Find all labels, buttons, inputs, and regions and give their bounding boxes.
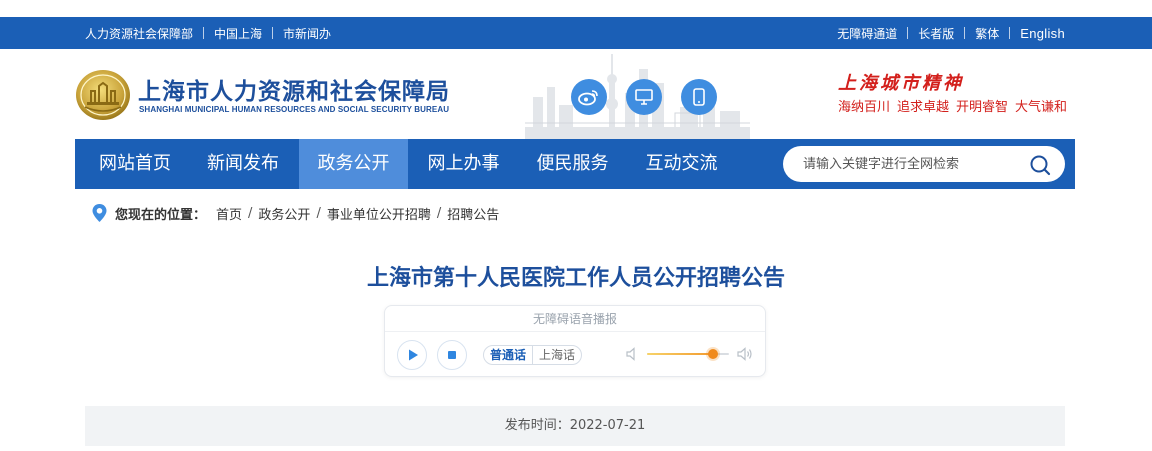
- nav-item-citizen-services[interactable]: 便民服务: [518, 139, 627, 189]
- desktop-site-button[interactable]: [626, 79, 662, 115]
- spirit-word: 大气谦和: [1015, 100, 1068, 115]
- article-title: 上海市第十人民医院工作人员公开招聘公告: [366, 266, 785, 291]
- nav-item-home[interactable]: 网站首页: [75, 139, 195, 189]
- main-nav: 网站首页 新闻发布 政务公开 网上办事 便民服务 互动交流: [75, 139, 1075, 189]
- divider: [907, 27, 909, 39]
- location-pin-icon: [92, 204, 107, 222]
- breadcrumb-government-affairs[interactable]: 政务公开: [258, 204, 310, 223]
- play-icon: [409, 349, 418, 361]
- play-button[interactable]: [397, 340, 427, 370]
- stop-icon: [448, 351, 456, 359]
- publish-date-bar: 发布时间：2022-07-21: [85, 406, 1065, 446]
- mobile-site-button[interactable]: [681, 79, 717, 115]
- language-shanghainese[interactable]: 上海话: [533, 346, 581, 364]
- breadcrumb-lead: 您现在的位置：: [115, 207, 207, 223]
- breadcrumb-home[interactable]: 首页: [216, 204, 242, 223]
- city-spirit-title: 上海城市精神: [838, 73, 964, 94]
- language-mandarin[interactable]: 普通话: [484, 346, 532, 364]
- spirit-word: 海纳百川: [838, 100, 891, 115]
- nav-item-online-services[interactable]: 网上办事: [409, 139, 518, 189]
- accessibility-audio-player: 无障碍语音播报 普通话 上海话: [384, 305, 766, 377]
- language-switch: 普通话 上海话: [483, 345, 583, 365]
- volume-fill: [647, 353, 713, 355]
- spirit-word: 开明睿智: [956, 100, 1009, 115]
- divider: [203, 27, 205, 39]
- link-china-shanghai[interactable]: 中国上海: [214, 25, 262, 42]
- nav-item-news[interactable]: 新闻发布: [188, 139, 298, 189]
- city-spirit-words: 海纳百川 追求卓越 开明睿智 大气谦和: [838, 96, 1074, 115]
- breadcrumb-separator: /: [436, 205, 442, 221]
- link-english[interactable]: English: [1020, 26, 1065, 41]
- divider: [1009, 27, 1011, 39]
- search-icon[interactable]: [1029, 154, 1051, 176]
- breadcrumb: 您现在的位置： 首页 / 政务公开 / 事业单位公开招聘 / 招聘公告: [92, 203, 499, 223]
- top-left-links: 人力资源社会保障部 中国上海 市新闻办: [85, 25, 331, 42]
- divider: [272, 27, 274, 39]
- breadcrumb-public-recruitment[interactable]: 事业单位公开招聘: [327, 204, 431, 223]
- weibo-button[interactable]: [571, 79, 607, 115]
- site-title: 上海市人力资源和社会保障局: [138, 79, 450, 105]
- nav-item-government-affairs[interactable]: 政务公开: [299, 139, 408, 189]
- search-input[interactable]: [803, 154, 1023, 174]
- top-utility-bar: 人力资源社会保障部 中国上海 市新闻办 无障碍通道 长者版 繁体 English: [0, 17, 1152, 49]
- volume-low-icon: [626, 347, 635, 361]
- spirit-word: 追求卓越: [897, 100, 950, 115]
- top-right-links: 无障碍通道 长者版 繁体 English: [837, 25, 1065, 42]
- link-accessibility[interactable]: 无障碍通道: [837, 25, 897, 42]
- bureau-logo[interactable]: [75, 69, 131, 121]
- weibo-icon: [578, 90, 598, 106]
- breadcrumb-separator: /: [248, 205, 253, 221]
- breadcrumb-separator: /: [316, 205, 321, 221]
- desktop-icon: [635, 89, 653, 105]
- stop-button[interactable]: [437, 340, 467, 370]
- link-traditional-chinese[interactable]: 繁体: [975, 25, 999, 42]
- volume-slider[interactable]: [647, 349, 729, 359]
- link-elder-version[interactable]: 长者版: [918, 25, 954, 42]
- volume-high-icon: [737, 347, 752, 361]
- divider: [964, 27, 966, 39]
- link-news-office[interactable]: 市新闻办: [283, 25, 331, 42]
- site-header: 上海市人力资源和社会保障局 SHANGHAI MUNICIPAL HUMAN R…: [0, 49, 1152, 139]
- breadcrumb-recruitment-notice[interactable]: 招聘公告: [447, 204, 499, 223]
- site-search: [783, 146, 1065, 182]
- audio-player-header: 无障碍语音播报: [385, 306, 765, 332]
- volume-knob[interactable]: [708, 349, 718, 359]
- site-subtitle-english: SHANGHAI MUNICIPAL HUMAN RESOURCES AND S…: [139, 105, 450, 114]
- mobile-icon: [693, 88, 705, 106]
- link-mohrss[interactable]: 人力资源社会保障部: [85, 25, 193, 42]
- nav-item-interaction[interactable]: 互动交流: [627, 139, 736, 189]
